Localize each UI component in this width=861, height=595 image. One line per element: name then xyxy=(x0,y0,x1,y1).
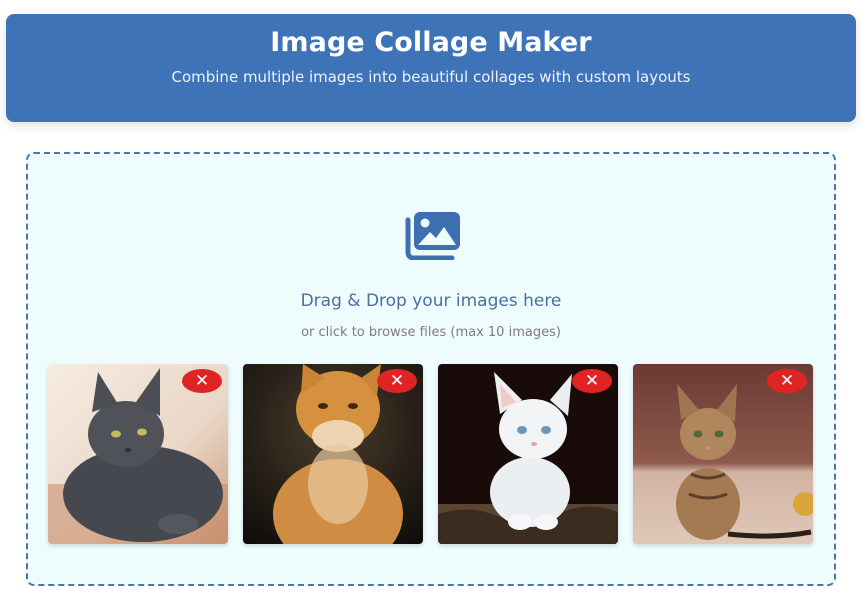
remove-image-button[interactable]: ✕ xyxy=(767,369,807,393)
page-subtitle: Combine multiple images into beautiful c… xyxy=(171,68,691,86)
dropzone-subtitle: or click to browse files (max 10 images) xyxy=(301,325,561,340)
images-icon xyxy=(405,212,460,260)
image-thumbnail: ✕ xyxy=(438,364,618,544)
dropzone-title: Drag & Drop your images here xyxy=(300,291,562,311)
remove-image-button[interactable]: ✕ xyxy=(182,369,222,393)
remove-image-button[interactable]: ✕ xyxy=(572,369,612,393)
image-thumbnail: ✕ xyxy=(633,364,813,544)
app-header: Image Collage Maker Combine multiple ima… xyxy=(6,14,856,122)
image-dropzone[interactable]: Drag & Drop your images here or click to… xyxy=(26,152,836,586)
remove-image-button[interactable]: ✕ xyxy=(377,369,417,393)
image-thumbnail: ✕ xyxy=(48,364,228,544)
page-title: Image Collage Maker xyxy=(270,27,592,58)
image-thumbnail: ✕ xyxy=(243,364,423,544)
